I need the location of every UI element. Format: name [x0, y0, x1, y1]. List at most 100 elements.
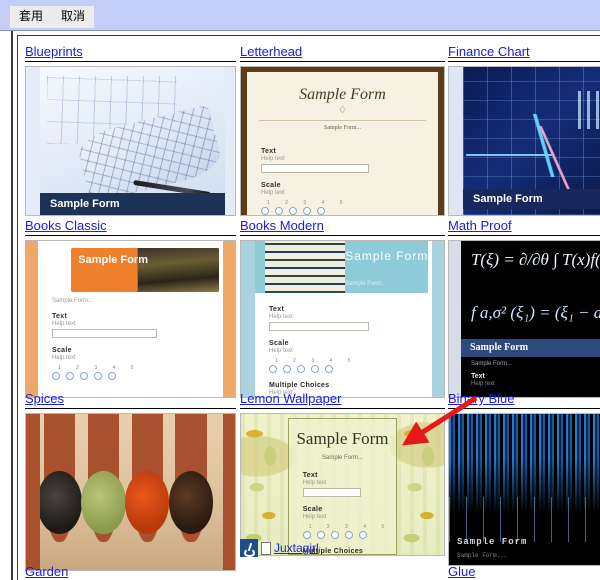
title-rule — [25, 235, 236, 236]
divider — [259, 120, 426, 121]
photo-credit-link[interactable]: Juxtagirl — [274, 541, 319, 555]
template-title[interactable]: Letterhead — [240, 44, 445, 59]
template-thumbnail-blueprints[interactable]: Sample Form — [25, 66, 236, 216]
radio-icon[interactable] — [303, 207, 311, 215]
radio-icon[interactable] — [317, 207, 325, 215]
template-title[interactable]: Books Modern — [240, 218, 445, 233]
scale-radio-group[interactable] — [302, 531, 397, 539]
template-title[interactable]: Glue — [448, 564, 600, 579]
field-label-multiple-choices: Multiple Choices — [269, 382, 330, 389]
template-gallery-panel: Blueprints Sample Form Letterhead Sample… — [17, 35, 600, 580]
decor-right-band — [225, 67, 235, 215]
radio-icon[interactable] — [358, 531, 367, 539]
field-label-scale: Scale — [302, 506, 323, 513]
field-help-text: Help text — [471, 381, 495, 388]
scale-radio-group[interactable] — [261, 207, 438, 215]
text-input-preview[interactable] — [269, 322, 369, 331]
title-rule — [240, 61, 445, 62]
leaf-pattern-right — [399, 414, 444, 555]
template-card-blueprints[interactable]: Blueprints Sample Form — [25, 44, 236, 216]
scale-radio-group[interactable] — [52, 372, 223, 380]
template-thumbnail-books-modern[interactable]: Sample Form Sample Form... Text Help tex… — [240, 240, 445, 398]
template-card-binary-blue[interactable]: Binary Blue Sample Form Sample Form... — [448, 391, 600, 566]
radio-icon[interactable] — [316, 531, 325, 539]
decor-left-band — [449, 67, 463, 215]
radio-icon[interactable] — [261, 207, 269, 215]
sample-form-label: Sample Form — [78, 254, 148, 266]
template-card-books-modern[interactable]: Books Modern Sample Form Sample Form... — [240, 218, 445, 398]
template-title[interactable]: Binary Blue — [448, 391, 600, 406]
apply-button[interactable]: 套用 — [10, 6, 53, 28]
field-help-text: Help text — [302, 480, 327, 486]
field-help-text: Help text — [52, 321, 76, 327]
form-subtitle: Sample Form... — [345, 281, 387, 287]
spoon-cardamom — [80, 414, 126, 542]
template-card-spices[interactable]: Spices — [25, 391, 236, 571]
field-label-text: Text — [261, 148, 277, 155]
thumbnail-footer: Sample Form — [463, 189, 600, 209]
text-input-preview[interactable] — [302, 488, 361, 497]
title-rule — [448, 408, 600, 409]
form-title: Sample Form — [296, 429, 389, 448]
leaf-pattern-left — [241, 414, 286, 555]
text-input-preview[interactable] — [261, 164, 370, 173]
radio-icon[interactable] — [297, 365, 305, 373]
field-label-scale: Scale — [261, 182, 281, 189]
template-card-books-classic[interactable]: Books Classic Sample Form Sample Form...… — [25, 218, 236, 398]
radio-icon[interactable] — [311, 365, 319, 373]
radio-icon[interactable] — [94, 372, 102, 380]
sample-form-label: Sample Form — [345, 249, 429, 263]
lemon-wallpaper-photo: Sample Form Sample Form... Text Help tex… — [241, 414, 444, 555]
radio-icon[interactable] — [80, 372, 88, 380]
radio-icon[interactable] — [283, 365, 291, 373]
template-card-glue[interactable]: Glue — [448, 564, 600, 579]
template-thumbnail-binary-blue[interactable]: Sample Form Sample Form... — [448, 413, 600, 566]
field-help-text: Help text — [269, 348, 293, 354]
radio-icon[interactable] — [344, 531, 353, 539]
template-title[interactable]: Garden — [25, 564, 236, 579]
template-thumbnail-letterhead[interactable]: Sample Form ♢ Sample Form... Text Help t… — [240, 66, 445, 216]
chart-bars — [577, 90, 600, 130]
template-title[interactable]: Blueprints — [25, 44, 236, 59]
decor-left-band — [26, 67, 40, 215]
template-thumbnail-lemon-wallpaper[interactable]: Sample Form Sample Form... Text Help tex… — [240, 413, 445, 556]
template-title[interactable]: Lemon Wallpaper — [240, 391, 445, 406]
scale-radio-group[interactable] — [269, 365, 432, 373]
template-card-garden[interactable]: Garden — [25, 564, 236, 579]
template-title[interactable]: Finance Chart — [448, 44, 600, 59]
ornament-icon: ♢ — [338, 105, 347, 116]
radio-icon[interactable] — [275, 207, 283, 215]
cancel-button[interactable]: 取消 — [52, 6, 95, 28]
sample-form-label: Sample Form — [50, 198, 120, 210]
radio-icon[interactable] — [66, 372, 74, 380]
radio-icon[interactable] — [108, 372, 116, 380]
template-thumbnail-spices[interactable] — [25, 413, 236, 571]
radio-icon[interactable] — [269, 365, 277, 373]
field-label-scale: Scale — [52, 347, 72, 354]
field-label-scale: Scale — [269, 340, 289, 347]
radio-icon[interactable] — [330, 531, 339, 539]
radio-icon[interactable] — [302, 531, 311, 539]
letterhead-border: Sample Form ♢ Sample Form... Text Help t… — [241, 67, 444, 215]
spices-photo — [40, 414, 223, 570]
photo-credit[interactable]: Juxtagirl — [240, 539, 319, 557]
template-thumbnail-finance-chart[interactable]: Sample Form — [448, 66, 600, 216]
template-title[interactable]: Books Classic — [25, 218, 236, 233]
template-card-math-proof[interactable]: Math Proof T(ξ) = ∂/∂θ ∫ T(x)f(x,θ)dx f … — [448, 218, 600, 398]
template-card-lemon-wallpaper[interactable]: Lemon Wallpaper Sample Form Sample Form.… — [240, 391, 445, 557]
radio-icon[interactable] — [52, 372, 60, 380]
radio-icon[interactable] — [289, 207, 297, 215]
template-card-finance-chart[interactable]: Finance Chart Sample Form — [448, 44, 600, 216]
radio-icon[interactable] — [325, 365, 333, 373]
math-formula-2: f a,σ² (ξ₁) = (ξ₁ − a)/σ² — [470, 303, 600, 323]
template-title[interactable]: Spices — [25, 391, 236, 406]
template-title[interactable]: Math Proof — [448, 218, 600, 233]
panel-left-border — [11, 31, 13, 580]
template-thumbnail-books-classic[interactable]: Sample Form Sample Form... Text Help tex… — [25, 240, 236, 398]
template-thumbnail-math-proof[interactable]: T(ξ) = ∂/∂θ ∫ T(x)f(x,θ)dx f a,σ² (ξ₁) =… — [448, 240, 600, 398]
text-input-preview[interactable] — [52, 329, 157, 338]
digital-rain-trails — [449, 497, 600, 543]
spoon-pepper — [40, 414, 82, 542]
template-card-letterhead[interactable]: Letterhead Sample Form ♢ Sample Form... … — [240, 44, 445, 216]
title-rule — [25, 408, 236, 409]
